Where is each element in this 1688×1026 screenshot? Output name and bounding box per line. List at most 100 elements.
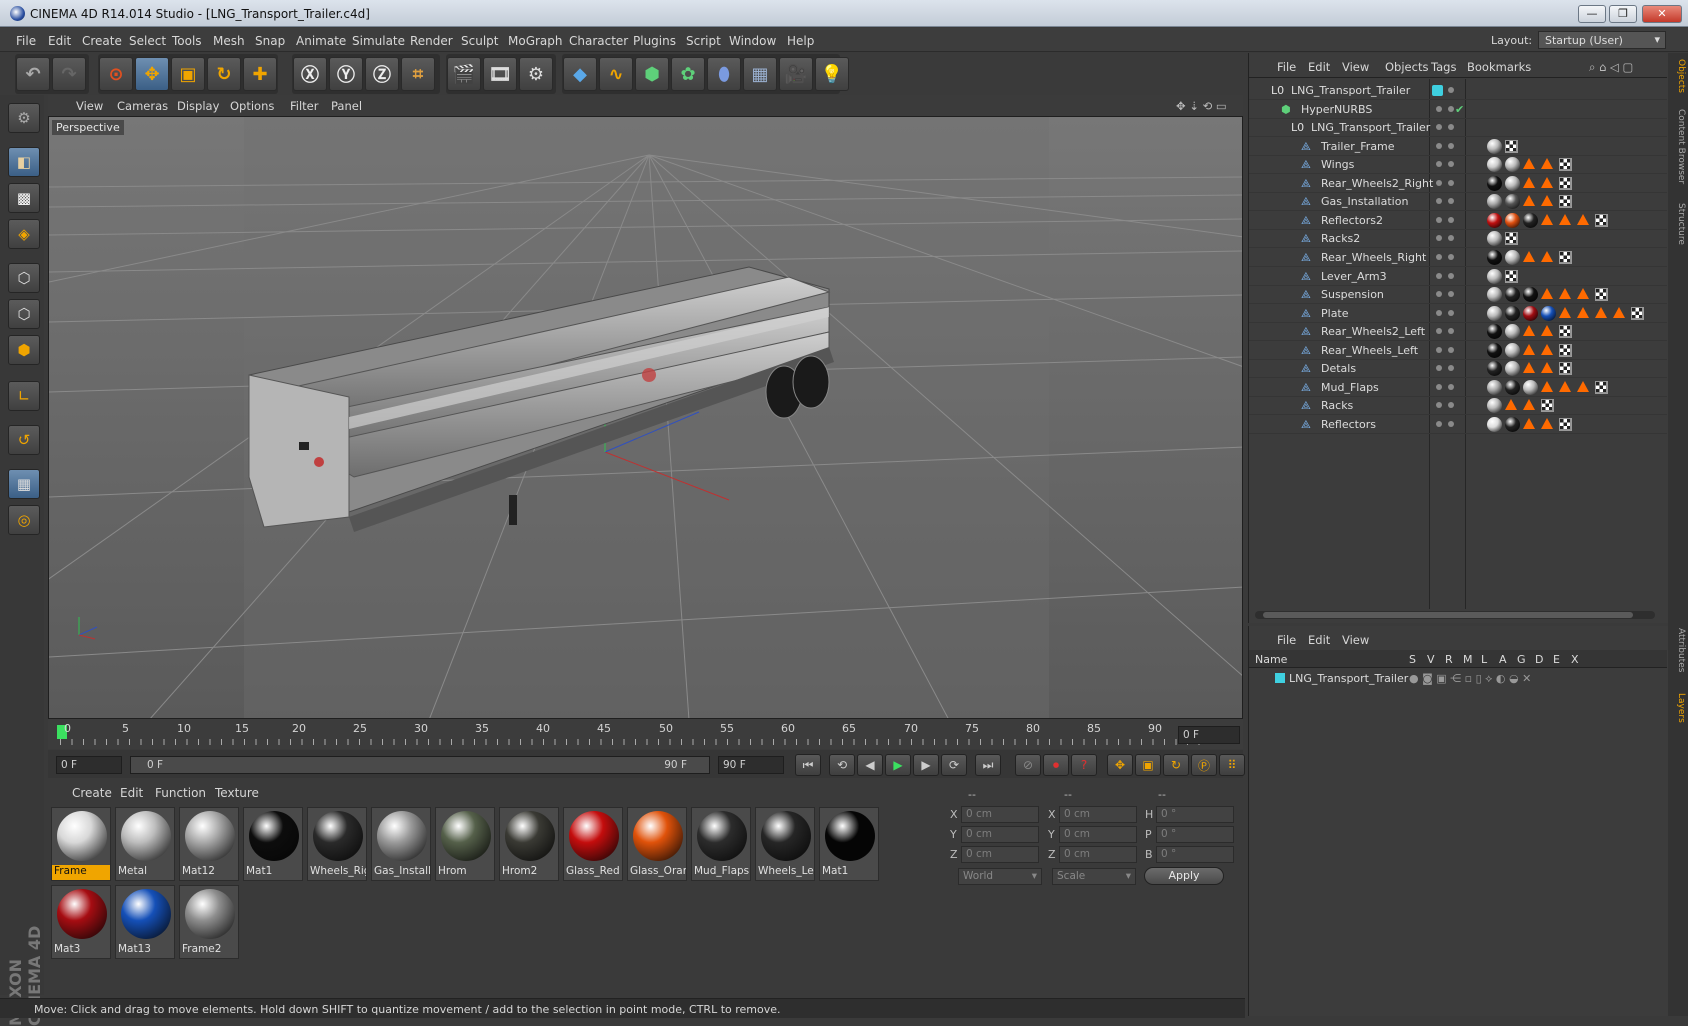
material-swatch[interactable]: Mat13 <box>115 885 175 959</box>
material-menu-texture[interactable]: Texture <box>215 786 259 800</box>
render-visibility-dot[interactable] <box>1448 328 1454 335</box>
layers-menu-file[interactable]: File <box>1277 633 1296 647</box>
phong-tag-icon[interactable] <box>1541 250 1553 262</box>
menu-create[interactable]: Create <box>82 34 122 48</box>
render-visibility-dot[interactable] <box>1448 216 1454 223</box>
phong-tag-icon[interactable] <box>1523 195 1535 207</box>
material-tag-icon[interactable] <box>1505 416 1520 432</box>
key-position-icon[interactable]: ✥ <box>1107 754 1133 776</box>
phong-tag-icon[interactable] <box>1559 306 1571 318</box>
viewport-nav-icons[interactable]: ✥ ⇣ ⟲ ▭ <box>1176 99 1227 113</box>
layout-select[interactable]: Startup (User) ▾ <box>1538 31 1666 49</box>
tweak-mode-icon[interactable]: ↺ <box>8 425 40 455</box>
uvw-tag-icon[interactable] <box>1559 325 1572 339</box>
material-swatch[interactable]: Frame2 <box>179 885 239 959</box>
phong-tag-icon[interactable] <box>1523 417 1535 429</box>
object-row[interactable]: ⟁ Racks2 <box>1249 229 1667 249</box>
phong-tag-icon[interactable] <box>1577 288 1589 300</box>
object-row[interactable]: ⟁ Gas_Installation <box>1249 192 1667 212</box>
phong-tag-icon[interactable] <box>1523 158 1535 170</box>
object-row[interactable]: ⟁ Rear_Wheels2_Right <box>1249 174 1667 193</box>
camera-icon[interactable]: 🎥 <box>779 57 813 91</box>
material-tag-icon[interactable] <box>1505 324 1520 340</box>
render-visibility-dot[interactable] <box>1448 272 1454 279</box>
maximize-button[interactable]: ❐ <box>1609 5 1637 23</box>
key-pla-icon[interactable]: ⠿ <box>1219 754 1245 776</box>
editor-visibility-dot[interactable] <box>1436 402 1442 409</box>
material-tag-icon[interactable] <box>1487 231 1502 247</box>
editor-visibility-dot[interactable] <box>1436 328 1442 335</box>
viewport-menu-view[interactable]: View <box>76 99 103 113</box>
position-y-field[interactable]: 0 cm <box>961 826 1039 843</box>
material-tag-icon[interactable] <box>1487 249 1502 265</box>
key-scale-icon[interactable]: ▣ <box>1135 754 1161 776</box>
phong-tag-icon[interactable] <box>1559 213 1571 225</box>
phong-tag-icon[interactable] <box>1505 399 1517 411</box>
material-menu-function[interactable]: Function <box>155 786 206 800</box>
motion-record-icon[interactable]: ⊘ <box>1015 754 1041 776</box>
viewport-menu-options[interactable]: Options <box>230 99 274 113</box>
material-tag-icon[interactable] <box>1505 212 1520 228</box>
material-menu-create[interactable]: Create <box>72 786 112 800</box>
scale-dropdown[interactable]: Scale ▾ <box>1052 868 1136 885</box>
record-keys-icon[interactable]: ⏺ <box>1043 754 1069 776</box>
tab-objects[interactable]: Objects <box>1670 59 1686 93</box>
phong-tag-icon[interactable] <box>1523 176 1535 188</box>
phong-tag-icon[interactable] <box>1541 325 1553 337</box>
phong-tag-icon[interactable] <box>1541 176 1553 188</box>
menu-simulate[interactable]: Simulate <box>352 34 405 48</box>
uvw-tag-icon[interactable] <box>1559 176 1572 190</box>
material-tag-icon[interactable] <box>1487 175 1502 191</box>
editor-visibility-dot[interactable] <box>1436 142 1442 149</box>
material-swatch[interactable]: Wheels_Lef <box>755 807 815 881</box>
material-tag-icon[interactable] <box>1523 379 1538 395</box>
render-visibility-dot[interactable] <box>1448 105 1454 112</box>
material-tag-icon[interactable] <box>1487 138 1502 154</box>
workplane-mode-icon[interactable]: ◈ <box>8 219 40 249</box>
viewport-perspective[interactable]: Perspective <box>48 116 1243 719</box>
material-tag-icon[interactable] <box>1487 287 1502 303</box>
render-visibility-dot[interactable] <box>1448 383 1454 390</box>
menu-tools[interactable]: Tools <box>172 34 202 48</box>
layer-color-swatch[interactable] <box>1432 85 1443 96</box>
make-editable-icon[interactable]: ⚙ <box>8 103 40 133</box>
start-frame-field[interactable]: 0 F <box>56 756 122 774</box>
material-tag-icon[interactable] <box>1541 305 1556 321</box>
autokey-icon[interactable]: ? <box>1071 754 1097 776</box>
material-tag-icon[interactable] <box>1487 361 1502 377</box>
material-tag-icon[interactable] <box>1505 287 1520 303</box>
material-swatch[interactable]: Wheels_Rig <box>307 807 367 881</box>
editor-visibility-dot[interactable] <box>1436 365 1442 372</box>
material-tag-icon[interactable] <box>1487 305 1502 321</box>
render-visibility-dot[interactable] <box>1448 402 1454 409</box>
editor-visibility-dot[interactable] <box>1436 420 1442 427</box>
material-swatch[interactable]: Mat12 <box>179 807 239 881</box>
mograph-cloner-icon[interactable]: ✿ <box>671 57 705 91</box>
editor-visibility-dot[interactable] <box>1436 216 1442 223</box>
viewport-menu-cameras[interactable]: Cameras <box>117 99 168 113</box>
layers-menu-view[interactable]: View <box>1342 633 1369 647</box>
material-swatch[interactable]: Hrom2 <box>499 807 559 881</box>
uvw-tag-icon[interactable] <box>1595 213 1608 227</box>
menu-edit[interactable]: Edit <box>48 34 71 48</box>
axis-mode-icon[interactable]: ∟ <box>8 381 40 411</box>
redo-icon[interactable]: ↷ <box>52 57 86 91</box>
material-swatch[interactable]: Mud_Flaps <box>691 807 751 881</box>
tab-content-browser[interactable]: Content Browser <box>1670 109 1686 184</box>
scale-tool-icon[interactable]: ▣ <box>171 57 205 91</box>
live-selection-icon[interactable]: ⊙ <box>99 57 133 91</box>
material-tag-icon[interactable] <box>1505 249 1520 265</box>
objects-menu-bookmarks[interactable]: Bookmarks <box>1467 60 1531 74</box>
uvw-tag-icon[interactable] <box>1559 158 1572 172</box>
menu-file[interactable]: File <box>16 34 36 48</box>
material-tag-icon[interactable] <box>1487 212 1502 228</box>
previous-key-icon[interactable]: ⟲ <box>829 754 855 776</box>
phong-tag-icon[interactable] <box>1541 158 1553 170</box>
phong-tag-icon[interactable] <box>1577 306 1589 318</box>
menu-select[interactable]: Select <box>129 34 166 48</box>
layer-row[interactable]: LNG_Transport_Trailer ● ◙ ▣ ⋲ ▫ ▯ ⟡ ◐ ◒ … <box>1249 669 1667 687</box>
render-visibility-dot[interactable] <box>1448 309 1454 316</box>
edges-mode-icon[interactable]: ⬡ <box>8 299 40 329</box>
spline-icon[interactable]: ∿ <box>599 57 633 91</box>
phong-tag-icon[interactable] <box>1577 380 1589 392</box>
